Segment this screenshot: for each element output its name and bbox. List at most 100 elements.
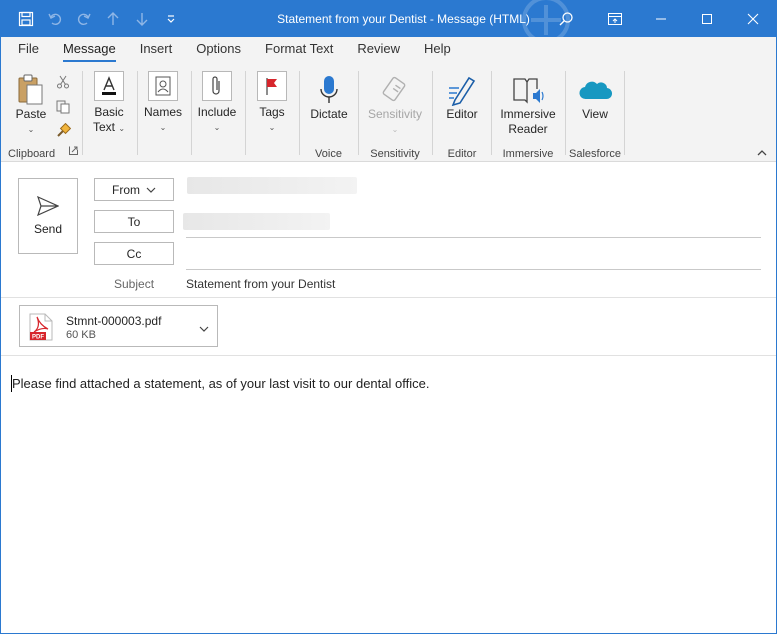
paste-label: Paste bbox=[15, 107, 47, 121]
dialog-launcher-icon[interactable] bbox=[69, 144, 78, 158]
chevron-down-icon: ⌄ bbox=[118, 124, 126, 133]
to-button[interactable]: To bbox=[94, 210, 174, 233]
address-book-icon bbox=[148, 71, 178, 101]
tab-file[interactable]: File bbox=[6, 37, 51, 65]
sensitivity-button[interactable]: Sensitivity ⌄ bbox=[363, 73, 427, 137]
tab-format-text[interactable]: Format Text bbox=[253, 37, 345, 65]
tags-label: Tags bbox=[259, 105, 285, 119]
salesforce-view-button[interactable]: View bbox=[570, 73, 620, 122]
include-label: Include bbox=[197, 105, 237, 119]
sensitivity-group-label: Sensitivity bbox=[370, 148, 420, 160]
chevron-down-icon: ⌄ bbox=[159, 123, 167, 132]
salesforce-view-label: View bbox=[582, 107, 608, 121]
names-button[interactable]: Names ⌄ bbox=[142, 71, 184, 135]
immersive-label-1: Immersive bbox=[500, 107, 556, 121]
salesforce-group-label: Salesforce bbox=[569, 148, 621, 160]
attachment-name: Stmnt-000003.pdf bbox=[66, 314, 162, 328]
up-arrow-icon[interactable] bbox=[98, 1, 127, 37]
copy-icon[interactable] bbox=[55, 100, 71, 118]
editor-group: Editor Editor bbox=[433, 69, 491, 162]
chevron-down-icon: ⌄ bbox=[213, 123, 221, 132]
separator bbox=[245, 71, 246, 155]
sensitivity-icon bbox=[363, 73, 427, 107]
basic-text-button[interactable]: Basic Text ⌄ bbox=[89, 71, 129, 136]
paste-button[interactable]: Paste ⌄ bbox=[11, 73, 51, 137]
send-button[interactable]: Send bbox=[18, 178, 78, 254]
dictate-label: Dictate bbox=[310, 107, 348, 121]
flag-icon bbox=[257, 71, 287, 101]
cc-field[interactable] bbox=[186, 242, 761, 269]
tab-help[interactable]: Help bbox=[412, 37, 463, 65]
immersive-group: Immersive Reader Immersive bbox=[492, 69, 564, 162]
close-icon[interactable] bbox=[730, 1, 776, 37]
to-label: To bbox=[127, 214, 141, 229]
customize-toolbar-icon[interactable] bbox=[156, 1, 185, 37]
separator bbox=[191, 71, 192, 155]
tab-insert[interactable]: Insert bbox=[128, 37, 185, 65]
cc-button[interactable]: Cc bbox=[94, 242, 174, 265]
window-controls bbox=[592, 1, 776, 37]
immersive-group-label: Immersive bbox=[502, 148, 554, 160]
tab-message[interactable]: Message bbox=[51, 37, 128, 65]
names-label: Names bbox=[143, 105, 182, 119]
immersive-label-2: Reader bbox=[508, 122, 548, 136]
editor-group-label: Editor bbox=[447, 148, 477, 160]
chevron-down-icon bbox=[146, 187, 156, 193]
cc-field-underline bbox=[186, 269, 761, 270]
collapse-ribbon-icon[interactable] bbox=[756, 147, 768, 159]
include-button[interactable]: Include ⌄ bbox=[196, 71, 238, 135]
salesforce-group: View Salesforce bbox=[566, 69, 624, 162]
dictate-button[interactable]: Dictate bbox=[303, 73, 355, 122]
sensitivity-label: Sensitivity bbox=[367, 107, 423, 121]
sensitivity-group: Sensitivity ⌄ Sensitivity bbox=[359, 69, 431, 162]
tab-review[interactable]: Review bbox=[345, 37, 412, 65]
chevron-down-icon: ⌄ bbox=[27, 125, 35, 134]
separator bbox=[137, 71, 138, 155]
separator bbox=[82, 71, 83, 155]
clipboard-group: Paste ⌄ Clipboard bbox=[1, 69, 81, 162]
format-painter-icon[interactable] bbox=[55, 122, 71, 142]
voice-group-label: Voice bbox=[315, 148, 342, 160]
quick-access-toolbar bbox=[11, 1, 185, 37]
to-field[interactable] bbox=[186, 210, 761, 236]
title-bar: Statement from your Dentist - Message (H… bbox=[1, 0, 776, 44]
minimize-icon[interactable] bbox=[638, 1, 684, 37]
ribbon-tabs: File Message Insert Options Format Text … bbox=[1, 37, 776, 65]
cut-icon[interactable] bbox=[55, 75, 71, 93]
separator bbox=[624, 71, 625, 155]
basic-text-label-2-text: Text bbox=[92, 120, 115, 134]
header-divider bbox=[1, 297, 776, 298]
basic-text-label-1: Basic bbox=[94, 105, 124, 119]
search-icon[interactable] bbox=[551, 4, 581, 34]
restore-ribbon-icon[interactable] bbox=[592, 1, 638, 37]
down-arrow-icon[interactable] bbox=[127, 1, 156, 37]
attachment-card[interactable]: PDF Stmnt-000003.pdf 60 KB bbox=[19, 305, 218, 347]
pdf-file-icon: PDF bbox=[28, 313, 54, 344]
cc-label: Cc bbox=[126, 246, 142, 261]
pdf-badge-text: PDF bbox=[32, 335, 44, 341]
undo-icon[interactable] bbox=[40, 1, 69, 37]
from-address-redacted bbox=[187, 177, 357, 194]
maximize-icon[interactable] bbox=[684, 1, 730, 37]
editor-button[interactable]: Editor bbox=[437, 73, 487, 122]
immersive-reader-icon bbox=[496, 73, 560, 107]
ribbon: Paste ⌄ Clipboard Basic Text ⌄ Names ⌄ I… bbox=[1, 65, 776, 162]
from-label: From bbox=[112, 182, 140, 197]
font-color-icon bbox=[94, 71, 124, 101]
from-button[interactable]: From bbox=[94, 178, 174, 201]
immersive-reader-button[interactable]: Immersive Reader bbox=[496, 73, 560, 137]
message-body[interactable] bbox=[1, 356, 776, 633]
message-body-text: Please find attached a statement, as of … bbox=[12, 376, 430, 391]
subject-field[interactable]: Statement from your Dentist bbox=[186, 277, 335, 291]
paperclip-icon bbox=[202, 71, 232, 101]
attachment-menu-chevron-icon[interactable] bbox=[199, 321, 209, 335]
redo-icon[interactable] bbox=[69, 1, 98, 37]
voice-group: Dictate Voice bbox=[300, 69, 357, 162]
subject-label: Subject bbox=[114, 277, 155, 291]
tab-options[interactable]: Options bbox=[184, 37, 253, 65]
send-label: Send bbox=[33, 222, 63, 236]
tags-button[interactable]: Tags ⌄ bbox=[252, 71, 292, 135]
chevron-down-icon: ⌄ bbox=[391, 125, 399, 134]
save-icon[interactable] bbox=[11, 1, 40, 37]
basic-text-label-2: Text ⌄ bbox=[89, 120, 129, 136]
